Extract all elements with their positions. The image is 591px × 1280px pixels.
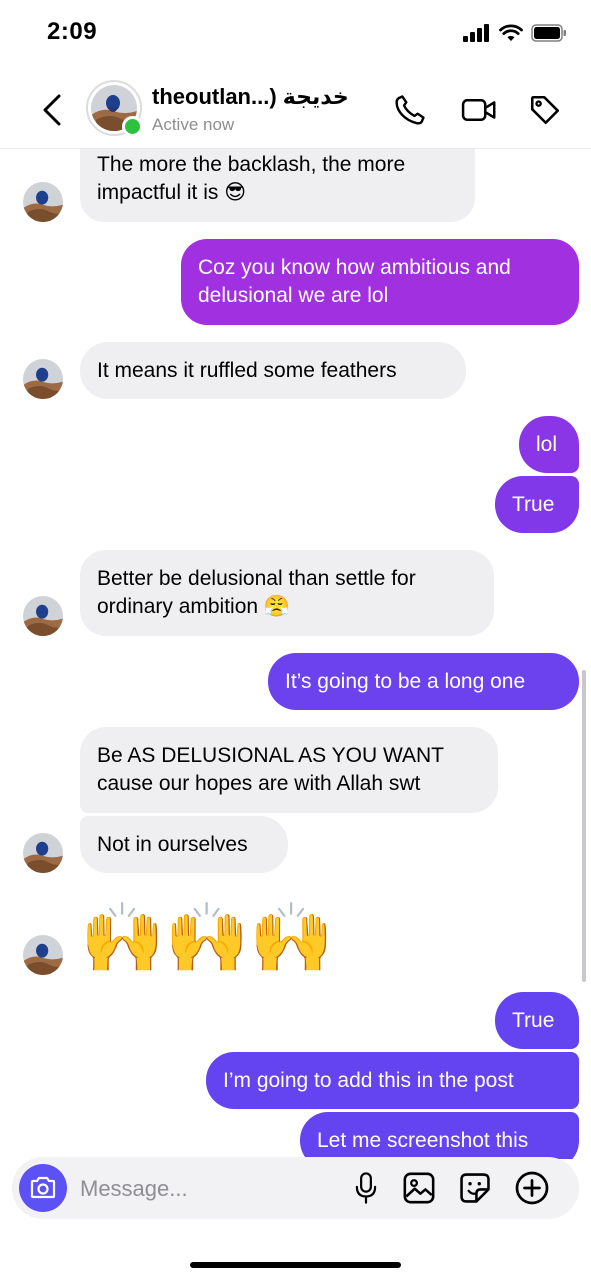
plus-circle-icon [515,1171,549,1205]
message-line: Better be delusional than settle for [97,567,416,590]
message-composer [12,1157,579,1219]
message-bubble-outgoing[interactable]: lol [519,416,579,473]
message-line: lol [536,432,558,456]
message-bubble-outgoing[interactable]: True [495,992,579,1049]
emoji-raising-hands: 🙌🙌🙌 [80,900,335,976]
message-bubble-outgoing[interactable]: Let me screenshot this [300,1112,579,1159]
message-line: Not in ourselves [97,832,248,856]
voice-message-button[interactable] [348,1170,384,1206]
camera-icon [30,1176,56,1199]
message-line: The more the backlash, the more [97,152,406,176]
message-line: Be AS DELUSIONAL AS YOU WANT [97,744,445,767]
message-bubble-outgoing[interactable]: I’m going to add this in the post [206,1052,579,1109]
message-line: It means it ruffled some feathers [97,358,397,382]
message-line: ordinary ambition 😤 [97,595,291,618]
audio-call-button[interactable] [392,92,428,128]
message-line: I’m going to add this in the post [223,1068,514,1092]
sticker-button[interactable] [457,1170,493,1206]
message-bubble-outgoing[interactable]: True [495,476,579,533]
image-icon [403,1172,435,1204]
sender-avatar[interactable] [23,596,63,636]
avatar-image [23,833,63,873]
microphone-icon [355,1172,377,1204]
message-line: It’s going to be a long one [285,669,526,693]
gallery-button[interactable] [401,1170,437,1206]
more-options-button[interactable] [514,1170,550,1206]
video-call-button[interactable] [461,92,497,128]
battery-icon [531,24,566,42]
emoji-message[interactable]: 🙌🙌🙌 [80,900,334,976]
message-line: Let me screenshot this [317,1128,529,1152]
back-button[interactable] [36,90,68,130]
cellular-signal-icon [463,24,489,42]
sticker-icon [460,1173,490,1203]
camera-button[interactable] [19,1164,67,1212]
sender-avatar[interactable] [23,833,63,873]
message-line: True [512,492,555,516]
tag-button[interactable] [527,92,563,128]
message-line: delusional we are lol [198,284,389,307]
scrollbar[interactable] [582,670,586,982]
chat-header: theoutlan...) خديجة Active now [0,72,591,149]
message-bubble-incoming[interactable]: It means it ruffled some feathers [80,342,466,399]
message-bubble-outgoing[interactable]: It’s going to be a long one [268,653,579,710]
chevron-left-icon [43,94,61,126]
video-camera-icon [461,99,496,121]
message-bubble-incoming[interactable]: Be AS DELUSIONAL AS YOU WANT cause our h… [80,727,498,813]
message-bubble-incoming[interactable]: Not in ourselves [80,816,288,873]
avatar-image [23,182,63,222]
sender-avatar[interactable] [23,182,63,222]
online-indicator [122,116,143,137]
phone-icon [395,95,425,125]
avatar-image [23,935,63,975]
message-input[interactable] [78,1168,342,1210]
message-line: cause our hopes are with Allah swt [97,772,421,795]
status-time: 2:09 [47,18,98,45]
contact-name[interactable]: theoutlan...) خديجة [152,84,349,110]
contact-status: Active now [152,115,235,134]
status-bar: 2:09 [0,0,591,70]
message-bubble-incoming[interactable]: The more the backlash, the more impactfu… [80,149,475,222]
message-line: True [512,1008,555,1032]
avatar-image [23,359,63,399]
home-indicator[interactable] [190,1262,401,1268]
avatar-image [23,596,63,636]
message-line: Coz you know how ambitious and [198,256,511,279]
message-bubble-incoming[interactable]: Better be delusional than settle for ord… [80,550,494,636]
status-icons [463,24,567,42]
message-line: impactful it is 😎 [97,180,247,204]
message-bubble-outgoing[interactable]: Coz you know how ambitious and delusiona… [181,239,579,325]
wifi-icon [499,24,523,41]
sender-avatar[interactable] [23,935,63,975]
message-thread[interactable]: The more the backlash, the more impactfu… [0,149,591,1159]
tag-icon [530,95,560,125]
sender-avatar[interactable] [23,359,63,399]
